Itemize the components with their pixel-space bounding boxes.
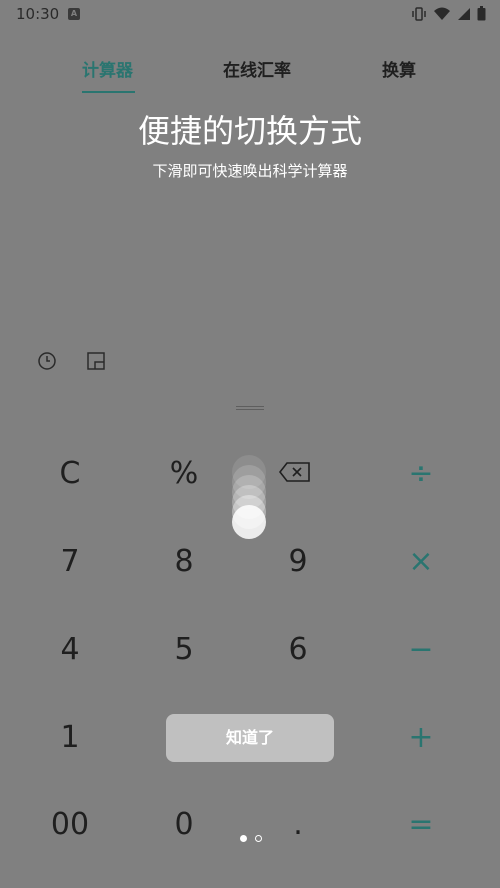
swipe-down-gesture-hint (232, 455, 266, 539)
key-percent[interactable]: % (134, 456, 234, 491)
guide-subtitle: 下滑即可快速唤出科学计算器 (152, 162, 348, 180)
page-dot-1 (240, 835, 247, 842)
key-5[interactable]: 5 (134, 632, 234, 667)
key-4[interactable]: 4 (20, 632, 120, 667)
guide-title: 便捷的切换方式 (137, 112, 362, 150)
mode-tabs: 计算器 在线汇率 换算 (0, 56, 500, 96)
key-9[interactable]: 9 (248, 544, 348, 579)
key-1[interactable]: 1 (20, 720, 120, 755)
page-dot-2 (255, 835, 262, 842)
vibrate-icon (411, 6, 427, 25)
key-6[interactable]: 6 (248, 632, 348, 667)
key-subtract[interactable]: − (371, 632, 471, 667)
key-7[interactable]: 7 (20, 544, 120, 579)
tab-conversion[interactable]: 换算 (382, 56, 416, 81)
tab-calculator[interactable]: 计算器 (82, 56, 133, 81)
wifi-icon (433, 6, 451, 25)
key-multiply[interactable]: × (371, 544, 471, 579)
key-clear[interactable]: C (20, 456, 120, 491)
status-bar: 10:30 A (0, 0, 500, 28)
key-add[interactable]: + (371, 720, 471, 755)
got-it-button[interactable]: 知道了 (166, 714, 334, 762)
key-8[interactable]: 8 (134, 544, 234, 579)
status-icons (411, 6, 486, 25)
history-icon[interactable] (37, 351, 57, 375)
mini-window-icon[interactable] (86, 351, 106, 375)
battery-icon (477, 6, 486, 25)
signal-icon (457, 6, 471, 25)
key-decimal[interactable]: . (248, 807, 348, 842)
page-indicator (240, 835, 262, 842)
key-equals[interactable]: = (371, 807, 471, 842)
tab-exchange-rate[interactable]: 在线汇率 (223, 56, 291, 81)
drag-handle[interactable] (236, 406, 264, 411)
key-double-zero[interactable]: 00 (20, 807, 120, 842)
status-time: 10:30 (16, 5, 60, 23)
notification-icon: A (68, 8, 80, 20)
active-tab-indicator (82, 91, 135, 93)
key-divide[interactable]: ÷ (371, 456, 471, 491)
key-0[interactable]: 0 (134, 807, 234, 842)
